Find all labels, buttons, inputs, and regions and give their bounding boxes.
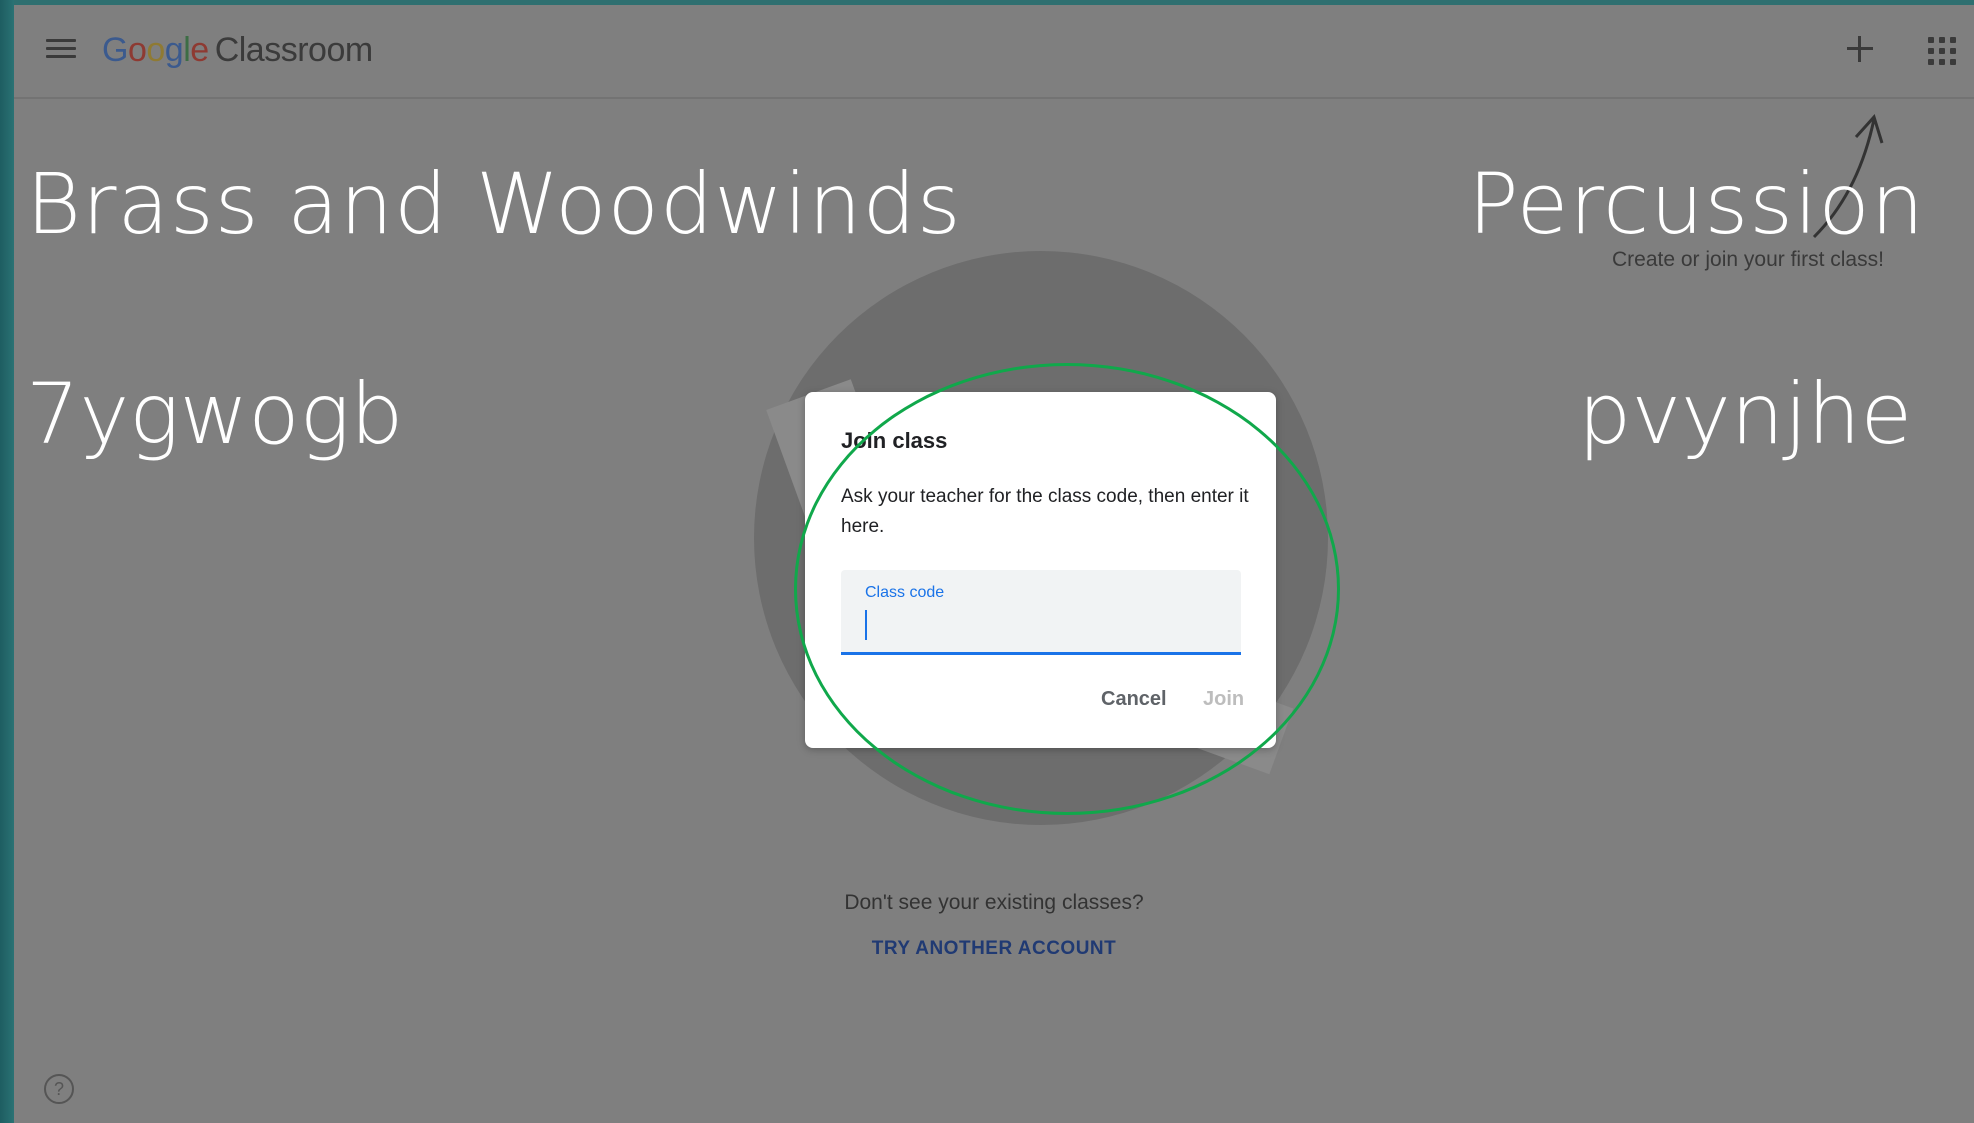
try-another-account-link[interactable]: TRY ANOTHER ACCOUNT [14,938,1974,960]
brass-woodwinds-label: Brass and Woodwinds [26,155,962,253]
google-classroom-logo[interactable]: Google Classroom [102,31,373,70]
percussion-class-code: pvynjhe [1578,365,1913,463]
text-cursor [865,610,867,640]
join-button[interactable]: Join [1203,688,1244,711]
top-bar: Google Classroom [14,5,1974,99]
join-class-dialog: Join class Ask your teacher for the clas… [805,392,1276,748]
help-icon[interactable]: ? [44,1074,74,1104]
hamburger-menu-icon[interactable] [46,39,76,63]
dialog-description: Ask your teacher for the class code, the… [841,486,1249,537]
plus-icon[interactable] [1844,33,1876,65]
apps-grid-icon[interactable] [1928,37,1956,65]
dialog-title: Join class [841,428,948,453]
logo-product-name: Classroom [214,31,373,69]
class-code-label: Class code [865,584,945,601]
brass-class-code: 7ygwogb [26,365,404,463]
class-code-field[interactable]: Class code [841,570,1241,655]
cancel-button[interactable]: Cancel [1101,688,1167,711]
percussion-label: Percussion [1468,155,1925,253]
missing-classes-text: Don't see your existing classes? [844,891,1144,914]
class-code-input[interactable] [863,608,1227,644]
